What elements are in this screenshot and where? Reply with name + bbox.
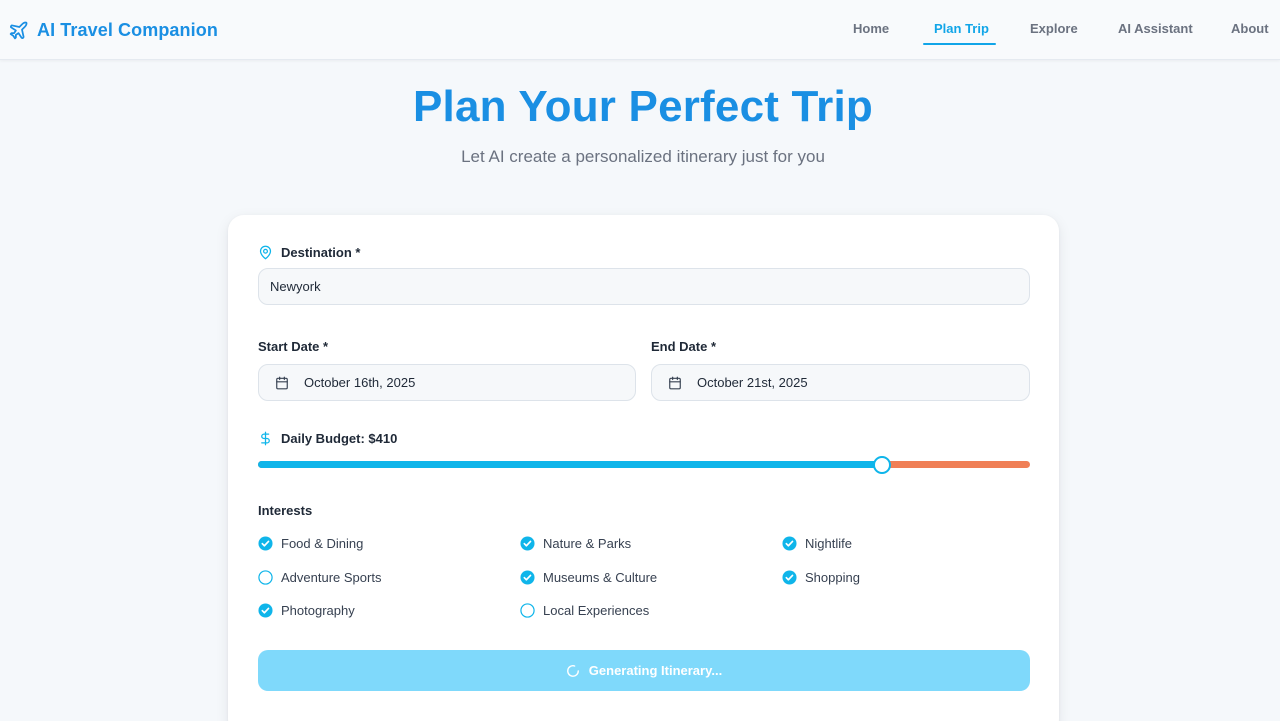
destination-input[interactable]: Newyork bbox=[258, 268, 1030, 305]
nav-home[interactable]: Home bbox=[853, 21, 889, 36]
interest-photography[interactable]: Photography bbox=[258, 603, 355, 618]
start-date-label: Start Date * bbox=[258, 339, 328, 354]
budget-label: Daily Budget: $410 bbox=[258, 431, 397, 446]
checkbox-checked-icon bbox=[520, 536, 535, 551]
budget-label-text: Daily Budget: $410 bbox=[281, 431, 398, 446]
generate-button-label: Generating Itinerary... bbox=[588, 663, 723, 678]
checkbox-checked-icon bbox=[258, 536, 273, 551]
destination-value: Newyork bbox=[270, 279, 321, 294]
checkbox-unchecked-icon bbox=[258, 570, 273, 585]
nav-explore[interactable]: Explore bbox=[1030, 21, 1078, 36]
interest-label: Museums & Culture bbox=[543, 570, 658, 585]
interest-label: Photography bbox=[281, 603, 355, 618]
nav-about[interactable]: About bbox=[1231, 21, 1269, 36]
end-date-label-text: End Date * bbox=[651, 339, 717, 354]
start-date-value: October 16th, 2025 bbox=[304, 375, 416, 390]
interest-nightlife[interactable]: Nightlife bbox=[782, 536, 852, 551]
plane-icon bbox=[9, 21, 28, 39]
active-tab-indicator bbox=[923, 43, 996, 45]
interest-shopping[interactable]: Shopping bbox=[782, 570, 860, 585]
budget-slider[interactable] bbox=[258, 456, 1030, 474]
map-pin-icon bbox=[259, 245, 272, 260]
trip-form-card: Destination * Newyork Start Date * Octob… bbox=[228, 215, 1059, 721]
top-navbar: AI Travel Companion Home Plan Trip Explo… bbox=[0, 0, 1280, 60]
interest-local-experiences[interactable]: Local Experiences bbox=[520, 603, 649, 618]
interest-label: Adventure Sports bbox=[281, 570, 382, 585]
loading-spinner-icon bbox=[566, 664, 579, 677]
app-title: AI Travel Companion bbox=[37, 19, 218, 40]
interests-label-text: Interests bbox=[258, 503, 313, 518]
generate-itinerary-button[interactable]: Generating Itinerary... bbox=[258, 650, 1030, 691]
checkbox-checked-icon bbox=[782, 536, 797, 551]
slider-track-fill bbox=[258, 461, 882, 468]
checkbox-checked-icon bbox=[520, 570, 535, 585]
page-title: Plan Your Perfect Trip bbox=[412, 82, 874, 131]
interest-label: Nature & Parks bbox=[543, 536, 632, 551]
interest-museums-culture[interactable]: Museums & Culture bbox=[520, 570, 657, 585]
interest-adventure-sports[interactable]: Adventure Sports bbox=[258, 570, 381, 585]
start-date-label-text: Start Date * bbox=[258, 339, 329, 354]
calendar-icon bbox=[669, 376, 681, 389]
checkbox-checked-icon bbox=[258, 603, 273, 618]
interest-label: Nightlife bbox=[805, 536, 852, 551]
destination-label-text: Destination * bbox=[281, 245, 361, 260]
nav-ai-assistant[interactable]: AI Assistant bbox=[1118, 21, 1193, 36]
interest-label: Shopping bbox=[805, 570, 860, 585]
end-date-picker[interactable]: October 21st, 2025 bbox=[651, 364, 1030, 401]
checkbox-unchecked-icon bbox=[520, 603, 535, 618]
destination-label: Destination * bbox=[258, 245, 360, 260]
checkbox-checked-icon bbox=[782, 570, 797, 585]
page-subtitle: Let AI create a personalized itinerary j… bbox=[461, 147, 825, 166]
end-date-label: End Date * bbox=[651, 339, 716, 354]
interest-label: Food & Dining bbox=[281, 536, 364, 551]
end-date-value: October 21st, 2025 bbox=[697, 375, 808, 390]
start-date-picker[interactable]: October 16th, 2025 bbox=[258, 364, 636, 401]
nav-plan-trip[interactable]: Plan Trip bbox=[934, 21, 989, 36]
interest-label: Local Experiences bbox=[543, 603, 650, 618]
slider-thumb[interactable] bbox=[872, 456, 891, 474]
calendar-icon bbox=[276, 376, 288, 389]
dollar-icon bbox=[261, 431, 270, 446]
brand-logo[interactable]: AI Travel Companion bbox=[8, 17, 218, 43]
interest-nature-parks[interactable]: Nature & Parks bbox=[520, 536, 631, 551]
interest-food-dining[interactable]: Food & Dining bbox=[258, 536, 363, 551]
interests-label: Interests bbox=[258, 503, 312, 518]
